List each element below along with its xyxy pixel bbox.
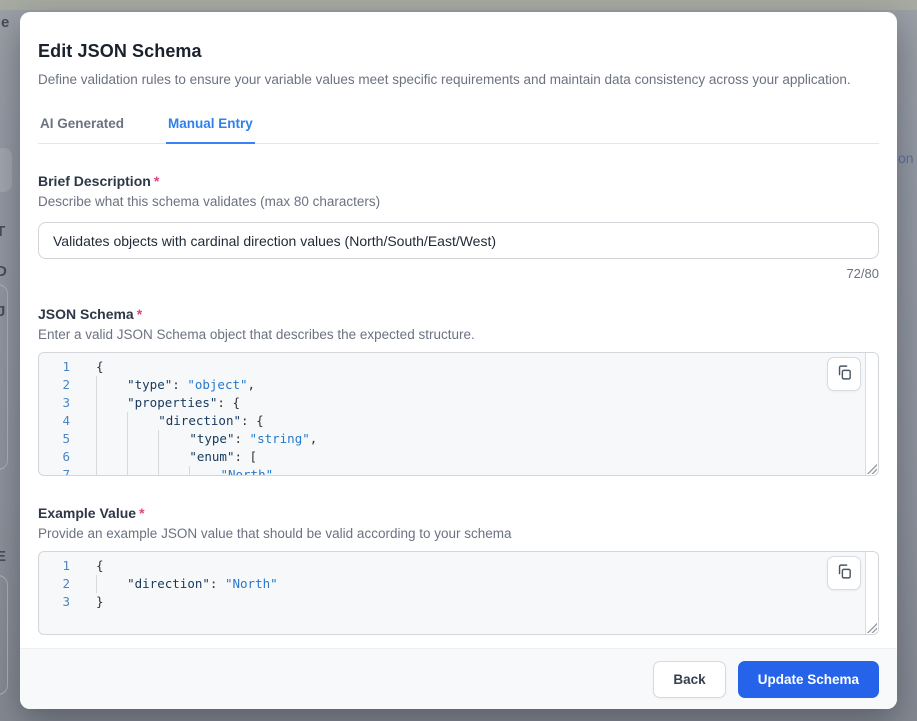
editor-scrollbar-track[interactable]: [865, 353, 878, 475]
copy-button[interactable]: [827, 357, 861, 391]
dialog-subtitle: Define validation rules to ensure your v…: [38, 70, 879, 90]
json-schema-field: JSON Schema* Enter a valid JSON Schema o…: [38, 304, 879, 476]
code-content[interactable]: { "type": "object", "properties": { "dir…: [79, 353, 878, 475]
dialog-footer: Back Update Schema: [20, 648, 897, 709]
background-text-fragment: T: [0, 223, 5, 240]
dialog-body: Edit JSON Schema Define validation rules…: [20, 12, 897, 648]
tab-ai-generated[interactable]: AI Generated: [38, 116, 126, 144]
character-counter: 72/80: [38, 265, 879, 283]
dialog-title: Edit JSON Schema: [38, 38, 879, 64]
example-value-label: Example Value*: [38, 503, 879, 523]
back-button[interactable]: Back: [653, 661, 725, 698]
required-asterisk: *: [139, 505, 144, 521]
brief-description-field: Brief Description* Describe what this sc…: [38, 171, 879, 283]
json-schema-helper: Enter a valid JSON Schema object that de…: [38, 325, 879, 345]
background-link-fragment: on: [898, 150, 914, 166]
copy-button[interactable]: [827, 556, 861, 590]
background-text-fragment: E: [0, 548, 6, 565]
copy-icon: [836, 364, 853, 384]
edit-json-schema-dialog: Edit JSON Schema Define validation rules…: [20, 12, 897, 709]
brief-description-helper: Describe what this schema validates (max…: [38, 192, 879, 212]
tab-bar: AI Generated Manual Entry: [38, 116, 879, 144]
required-asterisk: *: [154, 173, 159, 189]
background-text-fragment: e: [1, 14, 9, 31]
brief-description-label: Brief Description*: [38, 171, 879, 191]
brief-description-input[interactable]: [38, 222, 879, 259]
label-text: Brief Description: [38, 173, 151, 189]
line-numbers: 123: [39, 552, 79, 634]
json-schema-editor[interactable]: 1234567 { "type": "object", "properties"…: [38, 352, 879, 476]
editor-scrollbar-track[interactable]: [865, 552, 878, 634]
label-text: Example Value: [38, 505, 136, 521]
background-card-fragment: [0, 575, 8, 695]
json-schema-label: JSON Schema*: [38, 304, 879, 324]
update-schema-button[interactable]: Update Schema: [738, 661, 879, 698]
code-content[interactable]: { "direction": "North"}: [79, 552, 878, 634]
example-value-field: Example Value* Provide an example JSON v…: [38, 503, 879, 635]
copy-icon: [836, 563, 853, 583]
required-asterisk: *: [137, 306, 142, 322]
example-value-editor[interactable]: 123 { "direction": "North"}: [38, 551, 879, 635]
background-text-fragment: D: [0, 263, 7, 280]
example-value-helper: Provide an example JSON value that shoul…: [38, 524, 879, 544]
background-card-fragment: [0, 148, 12, 192]
background-card-fragment: [0, 284, 8, 470]
label-text: JSON Schema: [38, 306, 134, 322]
background-top-band: [0, 0, 917, 10]
tab-manual-entry[interactable]: Manual Entry: [166, 116, 255, 144]
line-numbers: 1234567: [39, 353, 79, 475]
